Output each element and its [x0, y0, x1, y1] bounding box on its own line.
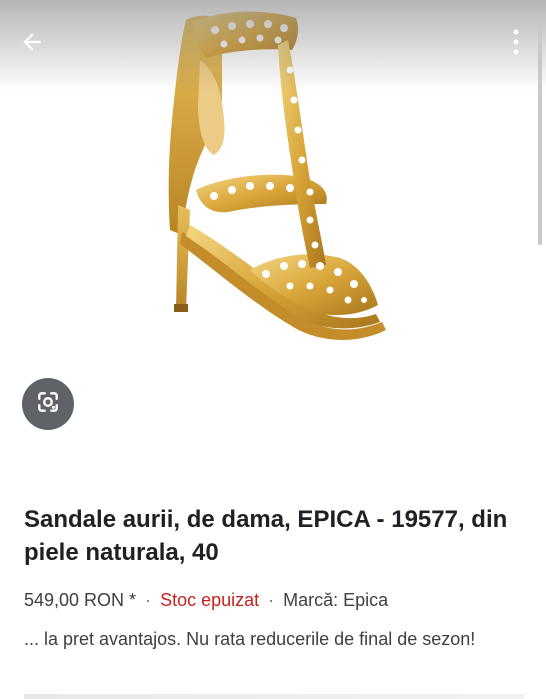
product-title[interactable]: Sandale aurii, de dama, EPICA - 19577, d… — [24, 503, 524, 569]
separator: · — [145, 590, 152, 610]
arrow-back-icon — [19, 29, 45, 60]
product-description: ... la pret avantajos. Nu rata reduceril… — [24, 629, 476, 649]
separator: · — [268, 590, 275, 610]
stock-status: Stoc epuizat — [160, 590, 260, 610]
more-vertical-icon — [513, 28, 519, 61]
google-lens-icon — [35, 389, 61, 420]
back-button[interactable] — [14, 26, 50, 62]
brand: Marcă: Epica — [283, 590, 389, 610]
product-image-area[interactable] — [0, 0, 546, 362]
top-gradient — [0, 0, 546, 92]
product-meta: 549,00 RON * · Stoc epuizat · Marcă: Epica — [24, 587, 388, 613]
cut-off-text-line — [24, 694, 524, 699]
price: 549,00 RON * — [24, 590, 137, 610]
google-lens-button[interactable] — [22, 378, 74, 430]
more-options-button[interactable] — [504, 26, 528, 62]
scrollbar[interactable] — [538, 20, 542, 245]
